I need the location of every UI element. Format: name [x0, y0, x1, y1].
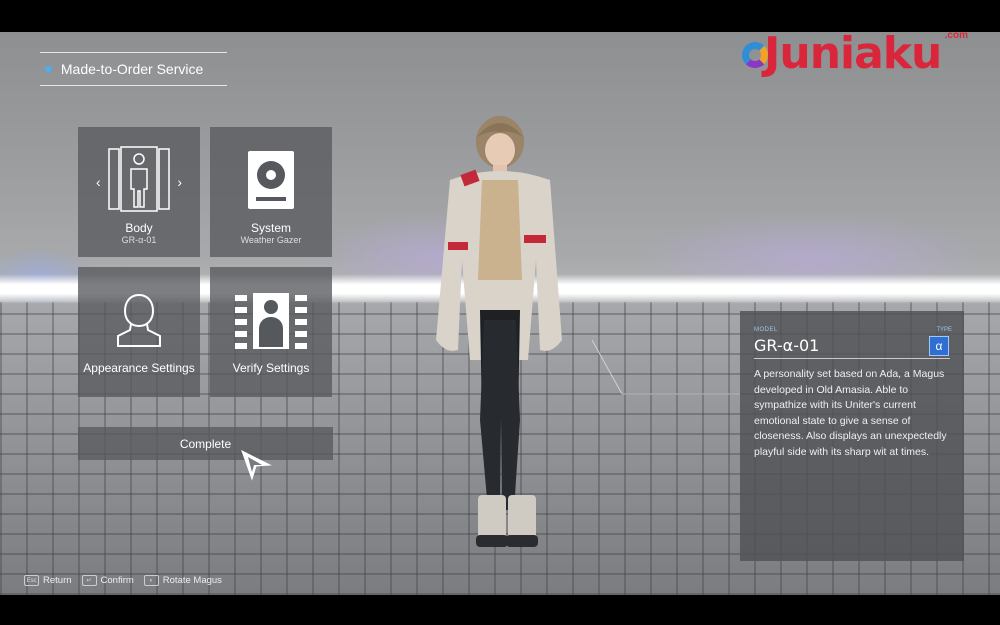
body-tile[interactable]: ‹ › Body GR-α-01	[78, 127, 200, 257]
page-title: ▼ Made-to-Order Service	[40, 52, 227, 86]
verify-figure-icon	[235, 293, 307, 349]
complete-label: Complete	[179, 436, 232, 451]
site-watermark-logo: Juniaku .com	[740, 28, 970, 82]
esc-key-icon: Esc	[24, 575, 39, 586]
divider	[754, 358, 950, 359]
system-tile[interactable]: System Weather Gazer	[210, 127, 332, 257]
verify-settings-label: Verify Settings	[232, 361, 310, 375]
type-badge: α	[929, 336, 949, 356]
hint-return[interactable]: Esc Return	[24, 575, 72, 586]
body-value: GR-α-01	[121, 235, 157, 245]
appearance-settings-tile[interactable]: Appearance Settings	[78, 267, 200, 397]
disk-drive-icon	[248, 151, 294, 209]
cursor-arrow-icon	[241, 449, 272, 481]
page-title-text: Made-to-Order Service	[60, 61, 204, 77]
type-caption: TYPE	[936, 327, 952, 333]
panel-connector-line	[592, 340, 740, 395]
model-caption: MODEL	[754, 327, 778, 333]
logo-suffix: .com	[944, 30, 968, 41]
model-description: A personality set based on Ada, a Magus …	[754, 368, 947, 458]
hint-label: Rotate Magus	[162, 575, 222, 586]
head-silhouette-icon	[117, 293, 161, 347]
magus-character-model	[436, 116, 562, 547]
system-value: Weather Gazer	[240, 235, 302, 245]
appearance-settings-label: Appearance Settings	[83, 361, 195, 375]
model-info-panel: MODEL TYPE GR-α-01 α A personality set b…	[740, 311, 964, 561]
hint-confirm[interactable]: ↵ Confirm	[81, 575, 134, 586]
model-name: GR-α-01	[754, 336, 820, 355]
game-screen: ▼ Made-to-Order Service Juniaku .com ‹ ›…	[0, 0, 1000, 625]
logo-text: Juniaku	[764, 28, 942, 79]
complete-button[interactable]: Complete	[78, 427, 333, 460]
mouse-icon: ◐	[143, 575, 159, 586]
hint-label: Confirm	[100, 575, 134, 586]
verify-settings-tile[interactable]: Verify Settings	[210, 267, 332, 397]
hint-rotate[interactable]: ◐ Rotate Magus	[143, 575, 222, 586]
body-figure-icon	[108, 146, 170, 212]
chevron-left-icon[interactable]: ‹	[96, 174, 101, 190]
body-label: Body	[125, 221, 153, 235]
enter-key-icon: ↵	[81, 575, 97, 586]
triangle-down-icon: ▼	[42, 61, 55, 77]
system-label: System	[250, 221, 291, 235]
chevron-right-icon[interactable]: ›	[177, 174, 182, 190]
hint-label: Return	[43, 575, 72, 586]
control-hints: Esc Return ↵ Confirm ◐ Rotate Magus	[24, 575, 232, 586]
